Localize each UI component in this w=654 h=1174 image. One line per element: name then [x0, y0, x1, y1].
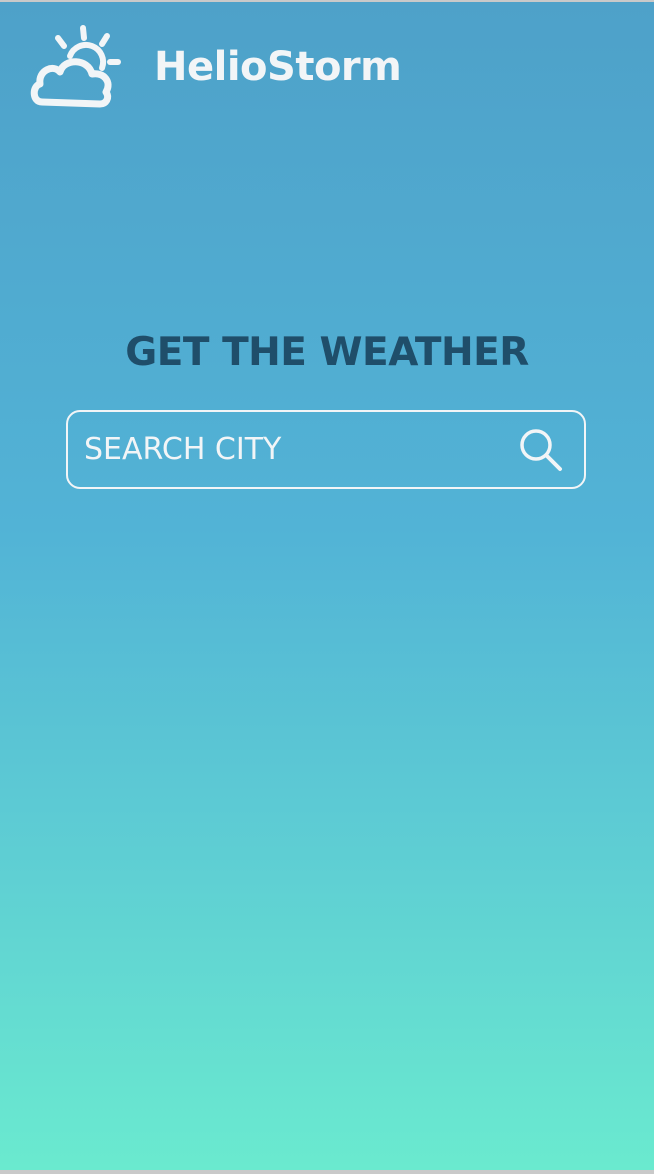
- page-title: GET THE WEATHER: [125, 330, 529, 375]
- city-search-form: [66, 410, 586, 489]
- sun-behind-cloud-icon: [30, 25, 121, 108]
- app-title: HelioStorm: [154, 44, 402, 90]
- search-icon: [520, 428, 562, 471]
- city-search-input[interactable]: [68, 412, 506, 487]
- search-button[interactable]: [506, 412, 576, 487]
- app-brand: HelioStorm: [30, 24, 402, 110]
- app-screen: HelioStorm GET THE WEATHER: [0, 2, 654, 1170]
